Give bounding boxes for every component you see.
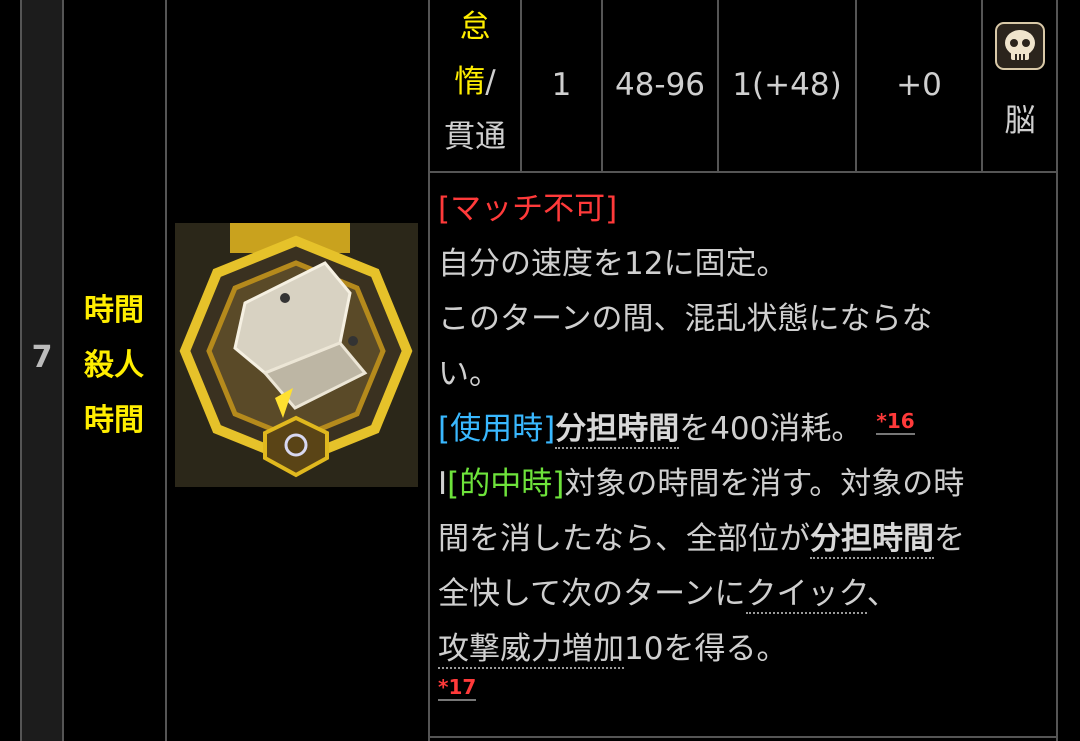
description-text: I xyxy=(438,466,448,502)
description-line: このターンの間、混乱状態にならな xyxy=(438,301,933,337)
description-line: [使用時]分担時間を400消耗。 *16 xyxy=(438,402,1043,457)
sin-affinity-top: 怠 xyxy=(459,9,491,45)
grid-line xyxy=(428,171,1058,173)
skill-name-line: 時間 xyxy=(84,403,144,438)
stat-col4: +0 xyxy=(896,67,942,103)
keyword-link[interactable]: クイック xyxy=(745,576,867,614)
skull-icon xyxy=(995,22,1045,70)
description-text: 間を消したなら、全部位が xyxy=(438,521,810,557)
description-line: I[的中時]対象の時間を消す。対象の時 xyxy=(438,457,1043,512)
damage-type: 貫通 xyxy=(444,119,506,155)
stat-col2: 48-96 xyxy=(614,67,706,103)
stat-col1: 1 xyxy=(551,67,572,103)
description-line: 自分の速度を12に固定。 xyxy=(438,246,788,282)
description-text: 全快して次のターンに xyxy=(438,576,746,612)
keyword-link[interactable]: 攻撃威力増加 xyxy=(438,631,624,669)
description-text: 対象の時間を消す。対象の時 xyxy=(564,466,965,502)
description-line: 間を消したなら、全部位が分担時間を xyxy=(438,512,1043,567)
description-text: 、 xyxy=(866,576,898,612)
sin-affinity: 惰 xyxy=(454,64,486,100)
footnote-link[interactable]: *16 xyxy=(876,408,915,435)
description-text: を xyxy=(934,521,965,557)
description-text: を400消耗。 xyxy=(679,411,863,447)
target-part: 脳 xyxy=(983,0,1057,170)
description-line: 全快して次のターンにクイック、 xyxy=(438,567,1043,622)
type-separator: / xyxy=(485,64,496,100)
description-line: い。 xyxy=(438,356,500,392)
grid-line xyxy=(428,736,1058,738)
sin-affinity-line: 惰/ xyxy=(430,55,520,110)
attack-type: 怠 惰/ 貫通 xyxy=(430,0,520,165)
on-hit-tag: [的中時] xyxy=(447,466,565,502)
skill-name-line: 殺人 xyxy=(84,348,144,383)
skill-name: 時間 殺人 時間 xyxy=(64,283,164,448)
on-use-tag: [使用時] xyxy=(438,411,556,447)
skill-card-image xyxy=(175,223,418,487)
match-restriction-tag: [マッチ不可] xyxy=(438,191,618,227)
row-number: 7 xyxy=(31,340,53,375)
target-part-label: 脳 xyxy=(1004,103,1036,139)
skill-name-line: 時間 xyxy=(84,293,144,328)
description-text: 10を得る。 xyxy=(624,631,788,667)
keyword-link[interactable]: 分担時間 xyxy=(555,411,680,449)
stat-col3: 1(+48) xyxy=(732,67,842,103)
keyword-link[interactable]: 分担時間 xyxy=(810,521,934,559)
grid-line xyxy=(165,0,167,741)
footnote-link[interactable]: *17 xyxy=(438,675,477,701)
skill-description: [マッチ不可] 自分の速度を12に固定。 このターンの間、混乱状態にならな い。… xyxy=(438,182,1043,701)
